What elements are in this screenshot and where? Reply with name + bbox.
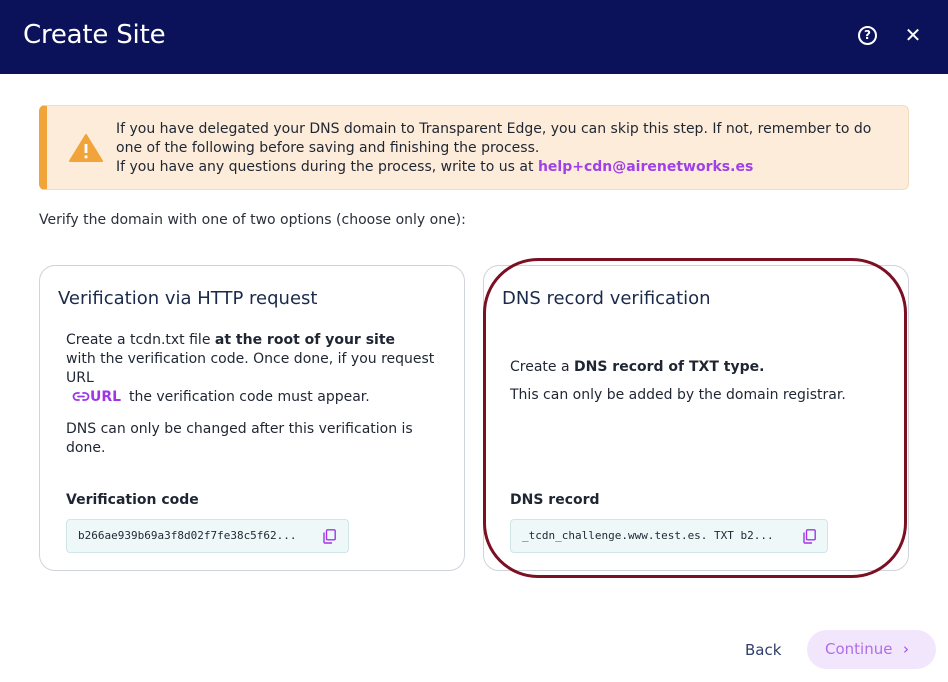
dns-record-label: DNS record [510,492,600,508]
dns-card-title: DNS record verification [502,288,711,309]
continue-button[interactable]: Continue › [807,630,936,669]
alert-line-2: one of the following before saving and f… [116,140,540,156]
dns-line2: This can only be added by the domain reg… [510,387,846,403]
http-card-description: Create a tcdn.txt file at the root of yo… [66,331,434,458]
dns-card-description: Create a DNS record of TXT type. This ca… [510,358,846,405]
url-link-label: URL [90,389,122,405]
alert-message: If you have delegated your DNS domain to… [116,120,906,177]
verification-code-label: Verification code [66,492,199,508]
copy-icon[interactable] [803,529,816,544]
question-circle-icon[interactable]: ? [858,26,877,45]
http-line2: with the verification code. Once done, i… [66,351,435,367]
url-link[interactable]: URL [66,389,126,405]
warning-alert: If you have delegated your DNS domain to… [39,105,909,190]
http-line4: the verification code must appear. [128,389,370,405]
http-line1-text: Create a tcdn.txt file [66,332,211,348]
verification-code-value: b266ae939b69a3f8d02f7fe38c5f62... [78,529,297,542]
back-button[interactable]: Back [745,641,781,659]
continue-label: Continue [825,640,893,658]
copy-icon[interactable] [323,529,336,544]
verification-code-box: b266ae939b69a3f8d02f7fe38c5f62... [66,519,349,553]
verification-intro: Verify the domain with one of two option… [39,212,466,228]
dns-line1-bold: DNS record of TXT type. [574,359,765,375]
dialog-header: Create Site ? ✕ [0,0,948,74]
warning-triangle-icon [69,134,103,162]
http-card-title: Verification via HTTP request [58,288,318,309]
link-icon [72,392,90,401]
dns-verification-card[interactable]: DNS record verification Create a DNS rec… [483,265,909,571]
dns-line1-text: Create a [510,359,570,375]
dns-record-value: _tcdn_challenge.www.test.es. TXT b2... [522,529,774,542]
alert-line-3: If you have any questions during the pro… [116,158,906,177]
http-line3: URL [66,370,94,386]
http-line1-bold: at the root of your site [214,332,396,348]
dialog-title: Create Site [23,20,166,50]
alert-line-3-text: If you have any questions during the pro… [116,159,534,175]
support-email-link[interactable]: help+cdn@airenetworks.es [538,159,753,175]
close-icon[interactable]: ✕ [902,23,924,47]
chevron-right-icon: › [903,640,909,658]
dns-record-box: _tcdn_challenge.www.test.es. TXT b2... [510,519,828,553]
alert-line-1: If you have delegated your DNS domain to… [116,121,872,137]
http-verification-card[interactable]: Verification via HTTP request Create a t… [39,265,465,571]
http-note-line2: done. [66,440,106,456]
http-note-line1: DNS can only be changed after this verif… [66,421,413,437]
